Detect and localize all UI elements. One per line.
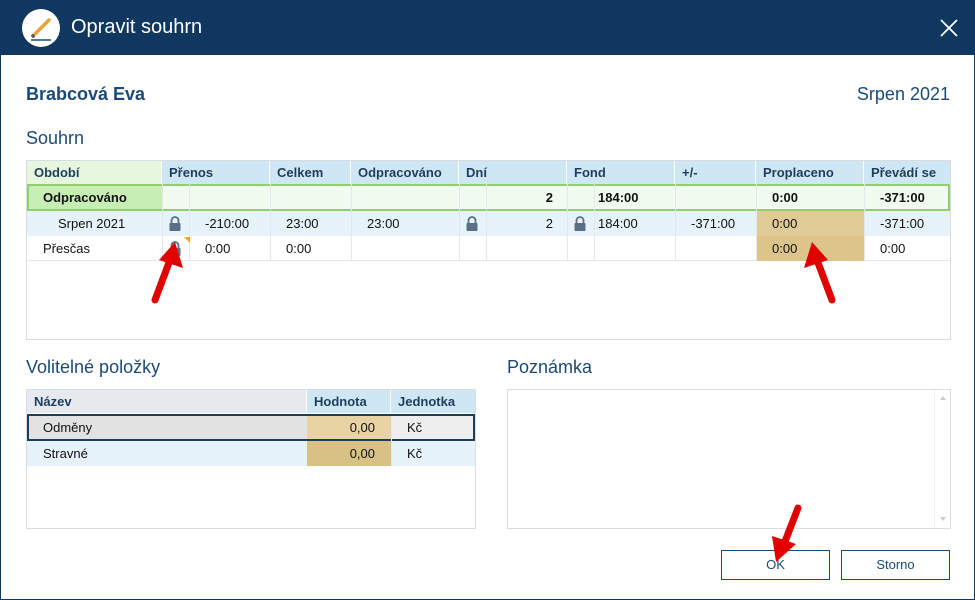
lock-icon[interactable]: [168, 216, 182, 232]
divider: [756, 184, 757, 261]
item-value: 0,00: [349, 420, 375, 435]
item-unit: Kč: [407, 420, 423, 435]
cell-prenos: 0:00: [205, 241, 231, 256]
cell-prenos: -210:00: [205, 216, 250, 231]
cell-proplaceno: 0:00: [772, 241, 798, 256]
row-label: Přesčas: [43, 241, 90, 256]
cell-odpracovano: 23:00: [367, 216, 400, 231]
col-header-nazev[interactable]: Název: [27, 390, 307, 413]
cancel-button[interactable]: Storno: [841, 550, 950, 580]
divider: [270, 184, 271, 261]
item-name: Odměny: [43, 420, 93, 435]
note-scrollbar[interactable]: [934, 390, 950, 528]
window-title: Opravit souhrn: [71, 16, 203, 38]
lock-icon[interactable]: [573, 216, 587, 232]
col-header-prenos[interactable]: Přenos: [162, 161, 270, 184]
cell-celkem: 0:00: [286, 241, 312, 256]
divider: [459, 184, 460, 261]
divider: [567, 184, 568, 261]
note-textarea[interactable]: [507, 389, 951, 529]
annotation-arrow-icon: [772, 504, 802, 562]
cell-dni: 2: [545, 216, 553, 231]
cell-prevadi: -371:00: [880, 216, 925, 231]
cell-celkem: 23:00: [286, 216, 319, 231]
cell-prevadi: -371:00: [880, 190, 925, 205]
item-unit: Kč: [407, 446, 423, 461]
col-header-prevadi[interactable]: Převádí se: [864, 161, 950, 184]
divider: [189, 184, 190, 261]
col-header-celkem[interactable]: Celkem: [270, 161, 351, 184]
cell-prevadi: 0:00: [880, 241, 906, 256]
cell-fond: 184:00: [598, 190, 639, 205]
annotation-arrow-icon: [804, 242, 836, 304]
divider: [391, 416, 392, 466]
employee-name: Brabcová Eva: [26, 84, 146, 104]
note-title: Poznámka: [507, 357, 593, 377]
col-header-plusminus[interactable]: +/-: [675, 161, 756, 184]
cell-proplaceno: 0:00: [772, 216, 798, 231]
divider: [351, 184, 352, 261]
divider: [864, 184, 865, 261]
item-name: Stravné: [43, 446, 88, 461]
lock-icon[interactable]: [465, 216, 479, 232]
col-header-dni[interactable]: Dní: [459, 161, 567, 184]
col-header-hodnota[interactable]: Hodnota: [307, 390, 391, 413]
close-icon[interactable]: [930, 9, 968, 47]
row-label: Srpen 2021: [58, 216, 126, 231]
title-bar: Opravit souhrn: [0, 0, 975, 55]
col-header-obdobi[interactable]: Období: [27, 161, 162, 184]
cell-fond: 184:00: [598, 216, 638, 231]
col-header-odpracovano[interactable]: Odpracováno: [351, 161, 459, 184]
edit-pencil-icon: [22, 9, 60, 47]
divider: [594, 184, 595, 261]
summary-title: Souhrn: [26, 128, 85, 148]
cell-dni: 2: [545, 190, 553, 205]
row-label: Odpracováno: [43, 190, 127, 205]
optional-items-title: Volitelné položky: [26, 357, 161, 377]
period-label: Srpen 2021: [856, 84, 950, 104]
scroll-down-icon[interactable]: [939, 516, 947, 522]
divider: [675, 184, 676, 261]
scroll-up-icon[interactable]: [939, 395, 947, 401]
item-value: 0,00: [349, 446, 375, 461]
cell-proplaceno: 0:00: [772, 190, 799, 205]
col-header-jednotka[interactable]: Jednotka: [391, 390, 475, 413]
annotation-arrow-icon: [151, 242, 183, 304]
col-header-proplaceno[interactable]: Proplaceno: [756, 161, 864, 184]
optional-items-table: Název Hodnota Jednotka Odměny 0,00 Kč St…: [26, 389, 476, 529]
col-header-fond[interactable]: Fond: [567, 161, 675, 184]
cell-plusminus: -371:00: [691, 216, 736, 231]
